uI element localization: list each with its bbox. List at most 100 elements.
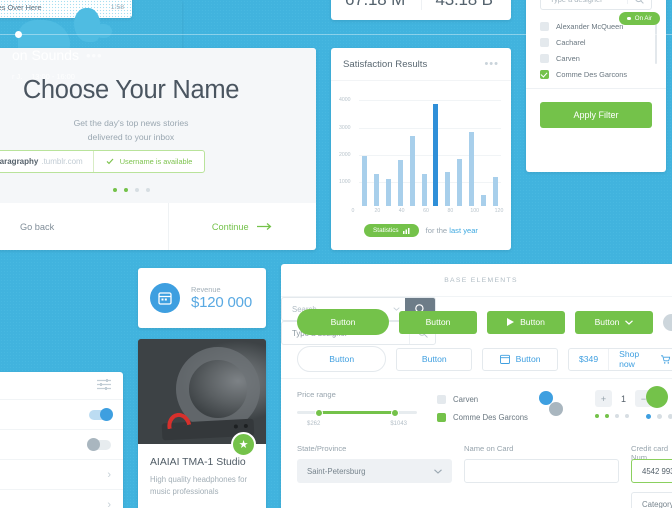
choose-name-footer: Go back Continue bbox=[0, 203, 316, 250]
toggle-switch[interactable] bbox=[89, 408, 113, 421]
checkbox[interactable] bbox=[437, 394, 446, 404]
ellipsis-icon[interactable]: ••• bbox=[484, 58, 499, 70]
footer-link[interactable]: last year bbox=[449, 226, 478, 235]
pagination-dot[interactable] bbox=[657, 414, 662, 419]
sliders-icon[interactable] bbox=[97, 377, 111, 395]
pagination-dot[interactable] bbox=[625, 414, 629, 418]
footer-prefix: for the bbox=[425, 226, 448, 235]
pagination-dots-blue[interactable] bbox=[646, 414, 672, 419]
carousel-dot[interactable] bbox=[134, 188, 139, 192]
product-name: AIAIAI TMA-1 Studio bbox=[150, 457, 246, 468]
carousel-dot[interactable] bbox=[145, 188, 150, 192]
button-green-round[interactable]: Button bbox=[297, 309, 389, 335]
shop-now-group[interactable]: $349 Shop now bbox=[567, 347, 672, 371]
chart-bar-slot bbox=[383, 91, 395, 206]
pagination-dot[interactable] bbox=[605, 414, 609, 418]
pagination-dot[interactable] bbox=[646, 414, 651, 419]
product-card[interactable]: ★ AIAIAI TMA-1 Studio High quality headp… bbox=[138, 339, 266, 508]
checkbox[interactable] bbox=[540, 53, 549, 63]
settings-row[interactable] bbox=[0, 400, 123, 430]
settings-row[interactable]: ble bbox=[0, 430, 123, 460]
button-green-play[interactable]: Button bbox=[487, 310, 565, 334]
cart-icon bbox=[660, 354, 671, 364]
screen: s — Toe Cutter - Thumb B.. 3:33 — All Sm… bbox=[0, 0, 672, 508]
pagination-dot[interactable] bbox=[668, 414, 672, 419]
username-input[interactable]: taragraphy .tumblr.com bbox=[0, 151, 93, 172]
pagination-dot[interactable] bbox=[615, 414, 619, 418]
list-item[interactable]: Carven bbox=[526, 50, 666, 66]
price-range-slider[interactable] bbox=[297, 408, 417, 417]
go-back-button[interactable]: Go back bbox=[0, 203, 168, 250]
chevron-right-icon: › bbox=[107, 498, 111, 508]
state-province-select[interactable]: Saint-Petersburg bbox=[297, 459, 452, 483]
carousel-dots[interactable] bbox=[0, 188, 316, 192]
chart-bar[interactable] bbox=[480, 194, 486, 206]
checkbox[interactable] bbox=[540, 69, 549, 79]
chart-bar[interactable] bbox=[409, 136, 415, 206]
chart-bar[interactable] bbox=[492, 177, 498, 206]
chart-title: Satisfaction Results bbox=[343, 58, 428, 70]
list-item[interactable]: Comme Des Garcons bbox=[526, 66, 666, 82]
checkbox-row[interactable]: Comme Des Garcons bbox=[437, 408, 528, 426]
chart-bar[interactable] bbox=[457, 158, 463, 206]
progress-track[interactable] bbox=[0, 34, 672, 35]
carousel-dot[interactable] bbox=[123, 188, 128, 192]
search-icon[interactable] bbox=[627, 0, 651, 4]
checkbox[interactable] bbox=[437, 412, 446, 422]
chart-bar[interactable] bbox=[421, 174, 427, 206]
chart-bar[interactable] bbox=[433, 104, 439, 206]
name-on-card-input[interactable] bbox=[464, 459, 619, 483]
button-ghost-calendar[interactable]: Button bbox=[482, 347, 558, 371]
chart-bar[interactable] bbox=[386, 179, 392, 206]
radio-time: 13:00 - 16:00 bbox=[31, 72, 75, 81]
statistics-badge[interactable]: Statistics bbox=[364, 224, 419, 237]
settings-row[interactable]: › bbox=[0, 490, 123, 508]
shop-now-button[interactable]: Shop now bbox=[608, 348, 672, 370]
designer-search-placeholder: Type a designer bbox=[541, 0, 627, 4]
designers-list[interactable]: Alexander McQueen Cacharel Carven Comme … bbox=[526, 18, 666, 82]
scrollbar[interactable] bbox=[655, 20, 657, 64]
carousel-dot[interactable] bbox=[112, 188, 117, 192]
checkbox-row[interactable]: Carven bbox=[437, 390, 528, 408]
progress-handle[interactable] bbox=[15, 31, 22, 38]
button-ghost[interactable]: Button bbox=[396, 347, 473, 371]
revenue-value: $120 000 bbox=[191, 294, 252, 311]
chart-bar[interactable] bbox=[468, 131, 474, 206]
slider-handle-max[interactable] bbox=[390, 408, 399, 417]
chart-bar[interactable] bbox=[397, 160, 403, 206]
checkbox[interactable] bbox=[540, 21, 549, 31]
green-circle-button[interactable] bbox=[646, 386, 668, 408]
continue-button[interactable]: Continue bbox=[167, 203, 317, 250]
chart-bar[interactable] bbox=[374, 174, 380, 206]
credit-card-input[interactable]: 4542 9931 9 bbox=[631, 459, 672, 483]
stepper-increment[interactable]: + bbox=[595, 390, 612, 407]
category-select[interactable]: Category bbox=[631, 492, 672, 508]
slider-fill bbox=[318, 411, 396, 414]
x-tick-label: 60 bbox=[423, 208, 429, 214]
pagination-dots-green[interactable] bbox=[595, 414, 629, 418]
favorite-badge[interactable]: ★ bbox=[231, 432, 256, 457]
ellipsis-icon[interactable]: ••• bbox=[86, 48, 103, 63]
button-ghost-round[interactable]: Button bbox=[297, 346, 387, 372]
toggle-switch[interactable] bbox=[87, 438, 111, 451]
button-green-dropdown[interactable]: Button bbox=[575, 310, 653, 334]
designer-search-input[interactable]: Type a designer bbox=[540, 0, 652, 10]
settings-row[interactable]: er › bbox=[0, 460, 123, 490]
apply-filter-button[interactable]: Apply Filter bbox=[540, 102, 652, 128]
swatch-grey[interactable] bbox=[663, 313, 672, 331]
chart-bar-slot bbox=[430, 91, 442, 206]
chart-bar[interactable] bbox=[362, 155, 368, 206]
toggle-knob bbox=[87, 438, 100, 451]
button-green[interactable]: Button bbox=[399, 310, 477, 334]
chevron-right-icon: › bbox=[107, 468, 111, 481]
slider-handle-min[interactable] bbox=[315, 408, 323, 417]
designers-filter-card: $262 $1043 Designers Type a designer Ale… bbox=[526, 0, 666, 172]
price-range-values: $262 $1043 bbox=[297, 421, 417, 427]
list-item[interactable]: Cacharel bbox=[526, 34, 666, 50]
chart-header: Satisfaction Results ••• bbox=[331, 48, 511, 81]
chart-bar[interactable] bbox=[445, 171, 451, 206]
button-row-secondary: Button Button Button $349 Shop now bbox=[297, 346, 672, 372]
checkbox[interactable] bbox=[540, 37, 549, 47]
pagination-dot[interactable] bbox=[595, 414, 599, 418]
star-icon: ★ bbox=[238, 439, 249, 451]
